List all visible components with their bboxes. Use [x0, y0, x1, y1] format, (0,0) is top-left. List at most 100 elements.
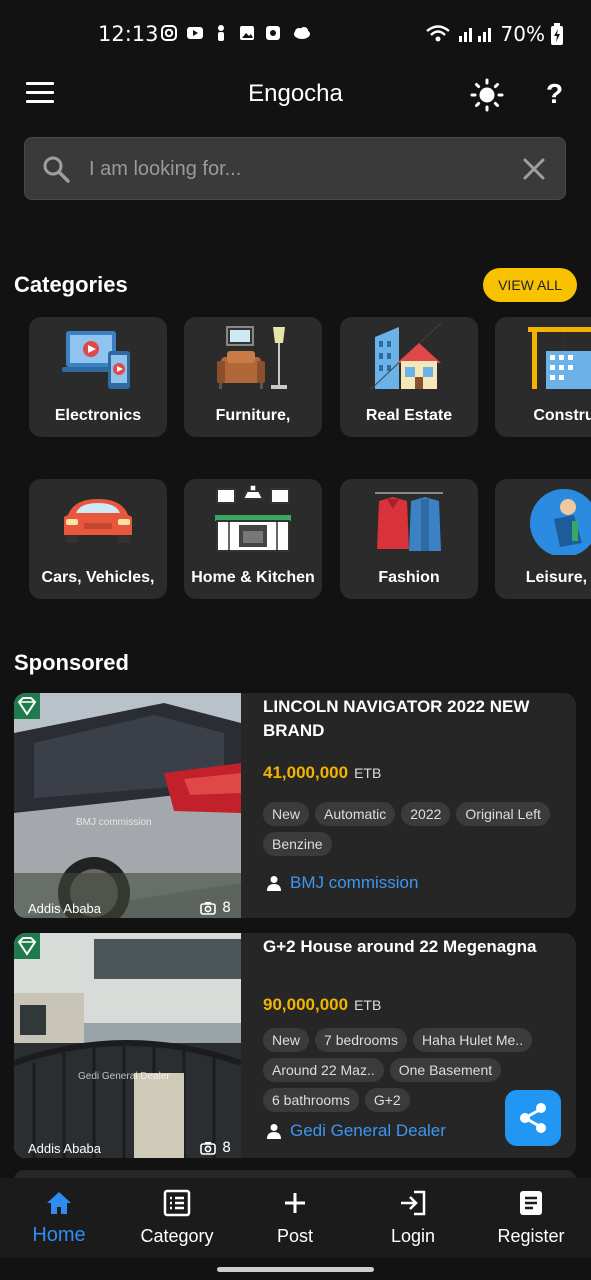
sponsored-title: Sponsored — [14, 650, 129, 675]
car-icon — [64, 499, 132, 543]
list-icon — [163, 1189, 191, 1217]
camera-icon — [200, 1142, 216, 1155]
camera-icon — [200, 902, 216, 915]
listing-title[interactable]: LINCOLN NAVIGATOR 2022 NEW BRAND — [263, 695, 563, 743]
featured-badge — [14, 933, 40, 959]
view-all-button[interactable]: VIEW ALL — [483, 268, 577, 302]
listing-location: Addis Ababa — [28, 1141, 102, 1156]
tag: 2022 — [401, 802, 451, 826]
construction-icon — [528, 327, 591, 389]
close-icon[interactable] — [521, 156, 547, 182]
status-right: 70% — [425, 22, 563, 46]
nav-label: Category — [140, 1226, 214, 1246]
nav-label: Home — [32, 1224, 86, 1246]
app-bar: Engocha ? — [0, 68, 591, 124]
category-row-2: Cars, Vehicles, Home & Kitchen Fashion L… — [29, 479, 591, 599]
watermark: Gedi General Dealer — [78, 1071, 170, 1082]
fashion-icon — [375, 492, 443, 551]
person-icon — [267, 1124, 281, 1139]
category-row-1: Electronics Furniture, Real Estate Const… — [29, 317, 591, 437]
help-button[interactable]: ? — [546, 78, 570, 112]
seller-name: Gedi General Dealer — [290, 1121, 446, 1140]
furniture-icon — [217, 326, 287, 389]
category-label: Furniture, — [215, 407, 291, 424]
bottom-navigation: Home Category Post Login Register — [0, 1178, 591, 1258]
category-leisure[interactable]: Leisure, S — [495, 479, 591, 599]
category-construction[interactable]: Constru — [495, 317, 591, 437]
sun-icon[interactable] — [470, 78, 504, 112]
instagram-icon — [161, 25, 177, 41]
listing-card[interactable]: BMJ commission Addis Ababa 8 LINCOLN NAV… — [14, 693, 576, 918]
nav-category[interactable]: Category — [122, 1188, 232, 1247]
status-time: 12:13 — [98, 22, 159, 46]
youtube-icon — [187, 27, 203, 39]
status-icons — [160, 24, 312, 42]
diamond-icon — [17, 697, 37, 716]
nav-login[interactable]: Login — [358, 1188, 468, 1247]
photo-count: 8 — [200, 900, 231, 916]
listing-title[interactable]: G+2 House around 22 Megenagna — [263, 935, 563, 959]
category-home-kitchen[interactable]: Home & Kitchen — [184, 479, 322, 599]
listing-image[interactable]: Gedi General Dealer Addis Ababa 8 — [14, 933, 241, 1158]
tag: Automatic — [315, 802, 396, 826]
listing-card[interactable]: Gedi General Dealer Addis Ababa 8 G+2 Ho… — [14, 933, 576, 1158]
tag: 6 bathrooms — [263, 1088, 359, 1112]
nav-home[interactable]: Home — [4, 1188, 114, 1247]
electronics-icon — [62, 331, 130, 389]
category-label: Constru — [533, 407, 591, 424]
real-estate-icon — [370, 323, 442, 390]
nav-post[interactable]: Post — [240, 1188, 350, 1247]
tag: Haha Hulet Me.. — [412, 1028, 533, 1052]
photo-count: 8 — [200, 1140, 231, 1156]
category-label: Home & Kitchen — [191, 569, 315, 586]
tag: Original Left — [456, 802, 550, 826]
kitchen-icon — [215, 485, 291, 552]
wifi-icon — [425, 25, 450, 42]
category-fashion[interactable]: Fashion — [340, 479, 478, 599]
category-real-estate[interactable]: Real Estate — [340, 317, 478, 437]
nav-label: Post — [276, 1226, 314, 1246]
share-button[interactable] — [505, 1090, 561, 1146]
gallery-icon — [240, 26, 254, 40]
diamond-icon — [17, 937, 37, 956]
tag: New — [263, 1028, 310, 1052]
photo-count-value: 8 — [222, 1140, 231, 1156]
signal-icon — [458, 28, 491, 42]
seller-link[interactable]: BMJ commission — [266, 873, 418, 893]
register-icon — [520, 1191, 542, 1215]
house-photo — [14, 933, 241, 1158]
featured-badge — [14, 693, 40, 719]
seller-link[interactable]: Gedi General Dealer — [266, 1121, 446, 1141]
home-icon — [47, 1192, 71, 1214]
battery-icon — [551, 23, 563, 45]
currency: ETB — [354, 765, 382, 781]
tag: 7 bedrooms — [315, 1028, 407, 1052]
category-label: Cars, Vehicles, — [41, 569, 155, 586]
categories-title: Categories — [14, 272, 128, 297]
seller-name: BMJ commission — [290, 873, 419, 892]
nav-label: Login — [390, 1226, 436, 1246]
category-label: Electronics — [54, 407, 142, 424]
app-icon — [266, 26, 280, 40]
category-furniture[interactable]: Furniture, — [184, 317, 322, 437]
figure-icon — [218, 25, 224, 41]
search-bar[interactable] — [24, 137, 566, 200]
plus-icon — [285, 1193, 305, 1213]
listing-image[interactable]: BMJ commission Addis Ababa 8 — [14, 693, 241, 918]
status-bar: 12:13 70% — [0, 0, 591, 68]
search-input[interactable] — [89, 154, 509, 184]
category-electronics[interactable]: Electronics — [29, 317, 167, 437]
category-cars[interactable]: Cars, Vehicles, — [29, 479, 167, 599]
price-value: 90,000,000 — [263, 995, 349, 1014]
listing-price: 90,000,000 ETB — [263, 995, 381, 1015]
home-indicator[interactable] — [217, 1267, 374, 1272]
leisure-icon — [530, 489, 591, 555]
tag: Around 22 Maz.. — [263, 1058, 384, 1082]
currency: ETB — [354, 997, 382, 1013]
category-label: Real Estate — [365, 407, 453, 424]
battery-percent: 70% — [500, 22, 545, 46]
nav-register[interactable]: Register — [476, 1188, 586, 1247]
watermark: BMJ commission — [76, 817, 152, 828]
login-icon — [401, 1190, 426, 1216]
photo-count-value: 8 — [222, 900, 231, 916]
